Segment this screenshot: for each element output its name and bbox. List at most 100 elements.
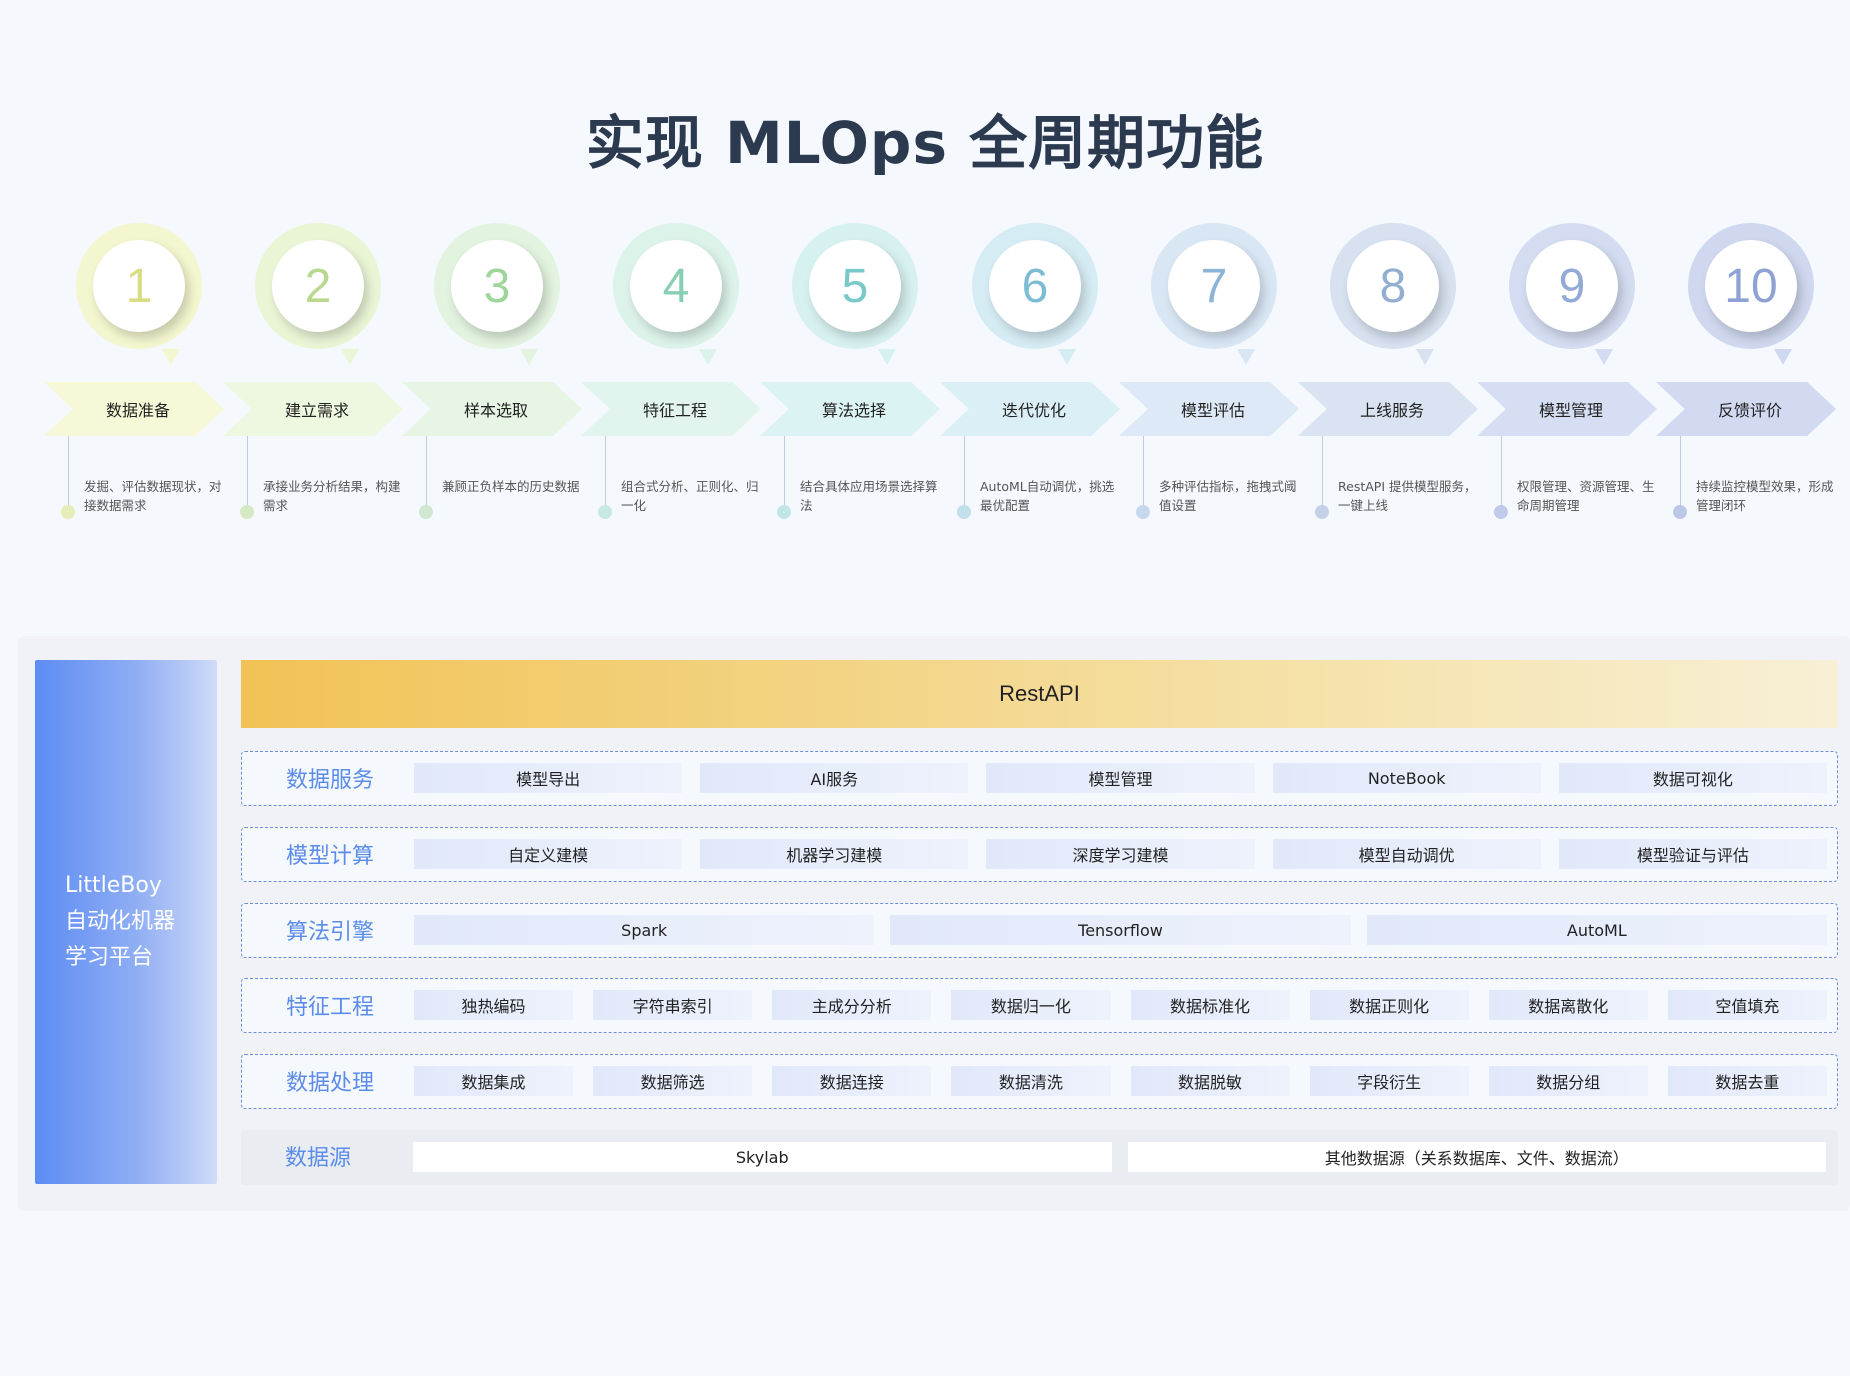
- module-cell: 模型管理: [986, 763, 1255, 793]
- step-description: 持续监控模型效果，形成管理闭环: [1696, 479, 1834, 513]
- platform-sidebar: LittleBoy 自动化机器 学习平台: [35, 660, 217, 1184]
- marker-tail: [1774, 349, 1792, 365]
- step-description: 结合具体应用场景选择算法: [800, 479, 938, 513]
- connector-line: [1143, 436, 1144, 510]
- page-title: 实现 MLOps 全周期功能: [585, 109, 1265, 177]
- connector-dot: [61, 505, 75, 519]
- layer-label: 数据源: [285, 1146, 352, 1171]
- connector-dot: [598, 505, 612, 519]
- module-cell: 数据去重: [1667, 1066, 1827, 1096]
- marker-tail: [1416, 349, 1434, 365]
- module-cell: 数据离散化: [1488, 990, 1648, 1020]
- module-cell: Tensorflow: [890, 915, 1351, 945]
- layer-row: 算法引擎 Spark Tensorflow AutoML: [241, 903, 1838, 958]
- layer-row: 特征工程 独热编码 字符串索引 主成分分析 数据归一化 数据标准化 数据正则化 数据离散化 空值…: [241, 978, 1838, 1033]
- module-cell: Skylab: [413, 1142, 1112, 1172]
- step-6: 6 迭代优化 AutoML自动调优，挑选最优配置: [940, 215, 1120, 535]
- step-number: 9: [1526, 240, 1618, 332]
- layer-label: 数据服务: [286, 768, 375, 793]
- module-cell: AI服务: [700, 763, 969, 793]
- step-label: 算法选择: [760, 382, 940, 436]
- module-cell: 数据正则化: [1309, 990, 1469, 1020]
- step-number: 6: [989, 240, 1081, 332]
- step-marker: 10: [1688, 223, 1814, 365]
- module-cell: Spark: [414, 915, 875, 945]
- step-description: RestAPI 提供模型服务，一键上线: [1338, 479, 1477, 513]
- connector-line: [605, 436, 606, 510]
- step-number: 5: [809, 240, 901, 332]
- connector-dot: [1673, 505, 1687, 519]
- layer-row: 模型计算 自定义建模 机器学习建模 深度学习建模 模型自动调优 模型验证与评估: [241, 827, 1838, 882]
- marker-tail: [1237, 349, 1255, 365]
- module-cell: 字段衍生: [1309, 1066, 1469, 1096]
- layer-row: 数据源 Skylab 其他数据源（关系数据库、文件、数据流）: [241, 1130, 1838, 1185]
- connector-line: [1501, 436, 1502, 510]
- layer-label: 特征工程: [286, 995, 375, 1020]
- step-marker: 5: [792, 223, 918, 365]
- step-label: 建立需求: [223, 382, 403, 436]
- step-label: 样本选取: [402, 382, 582, 436]
- step-marker: 2: [255, 223, 381, 365]
- platform-name-line: 自动化机器: [65, 909, 176, 934]
- step-8: 8 上线服务 RestAPI 提供模型服务，一键上线: [1298, 215, 1478, 535]
- step-marker: 4: [613, 223, 739, 365]
- connector-dot: [1494, 505, 1508, 519]
- connector-dot: [1136, 505, 1150, 519]
- step-marker: 9: [1509, 223, 1635, 365]
- step-description: 组合式分析、正则化、归一化: [621, 479, 759, 513]
- connector-dot: [1315, 505, 1329, 519]
- step-description: 兼顾正负样本的历史数据: [442, 479, 580, 494]
- module-cell: NoteBook: [1272, 763, 1541, 793]
- step-number: 3: [451, 240, 543, 332]
- platform-name-line: LittleBoy: [65, 873, 162, 898]
- module-cell: 独热编码: [414, 990, 574, 1020]
- connector-dot: [777, 505, 791, 519]
- step-number: 7: [1168, 240, 1260, 332]
- marker-tail: [1058, 349, 1076, 365]
- connector-dot: [240, 505, 254, 519]
- step-10: 10 反馈评价 持续监控模型效果，形成管理闭环: [1656, 215, 1836, 535]
- connector-line: [247, 436, 248, 510]
- module-cell: 数据可视化: [1558, 763, 1827, 793]
- step-marker: 8: [1330, 223, 1456, 365]
- step-5: 5 算法选择结合具体应用场景选择算法: [760, 215, 940, 535]
- module-cell: 数据脱敏: [1130, 1066, 1290, 1096]
- step-marker: 7: [1151, 223, 1277, 365]
- marker-tail: [699, 349, 717, 365]
- module-cell: 其他数据源（关系数据库、文件、数据流）: [1127, 1142, 1826, 1172]
- module-cell: 模型验证与评估: [1558, 839, 1827, 869]
- connector-line: [964, 436, 965, 510]
- step-label: 模型评估: [1119, 382, 1299, 436]
- step-marker: 1: [76, 223, 202, 365]
- step-3: 3 样本选取兼顾正负样本的历史数据: [402, 215, 582, 535]
- step-number: 1: [93, 240, 185, 332]
- module-cell: 字符串索引: [593, 990, 753, 1020]
- step-label: 特征工程: [581, 382, 761, 436]
- step-description: 承接业务分析结果，构建需求: [263, 479, 401, 513]
- layer-row: 数据处理 数据集成 数据筛选 数据连接 数据清洗 数据脱敏 字段衍生 数据分组 数据去重: [241, 1054, 1838, 1109]
- marker-tail: [162, 349, 180, 365]
- step-label: 模型管理: [1477, 382, 1657, 436]
- connector-line: [1322, 436, 1323, 510]
- connector-line: [426, 436, 427, 510]
- step-description: 发掘、评估数据现状，对接数据需求: [84, 479, 222, 513]
- module-cell: 数据归一化: [951, 990, 1111, 1020]
- step-description: 权限管理、资源管理、生命周期管理: [1517, 479, 1655, 513]
- module-cell: AutoML: [1366, 915, 1827, 945]
- step-description: AutoML自动调优，挑选最优配置: [980, 479, 1115, 513]
- module-cell: 空值填充: [1667, 990, 1827, 1020]
- module-cell: 数据筛选: [593, 1066, 753, 1096]
- step-label: 迭代优化: [940, 382, 1120, 436]
- platform-name: LittleBoy 自动化机器 学习平台: [65, 868, 205, 976]
- connector-dot: [957, 505, 971, 519]
- step-marker: 3: [434, 223, 560, 365]
- step-7: 7 模型评估 多种评估指标，拖拽式阈值设置: [1119, 215, 1299, 535]
- module-cell: 机器学习建模: [700, 839, 969, 869]
- layer-row: 数据服务 模型导出 AI服务 模型管理 NoteBook 数据可视化: [241, 751, 1838, 806]
- step-number: 10: [1705, 240, 1797, 332]
- connector-line: [784, 436, 785, 510]
- step-4: 4 特征工程组合式分析、正则化、归一化: [581, 215, 761, 535]
- step-label: 上线服务: [1298, 382, 1478, 436]
- step-number: 8: [1347, 240, 1439, 332]
- module-cell: 自定义建模: [414, 839, 683, 869]
